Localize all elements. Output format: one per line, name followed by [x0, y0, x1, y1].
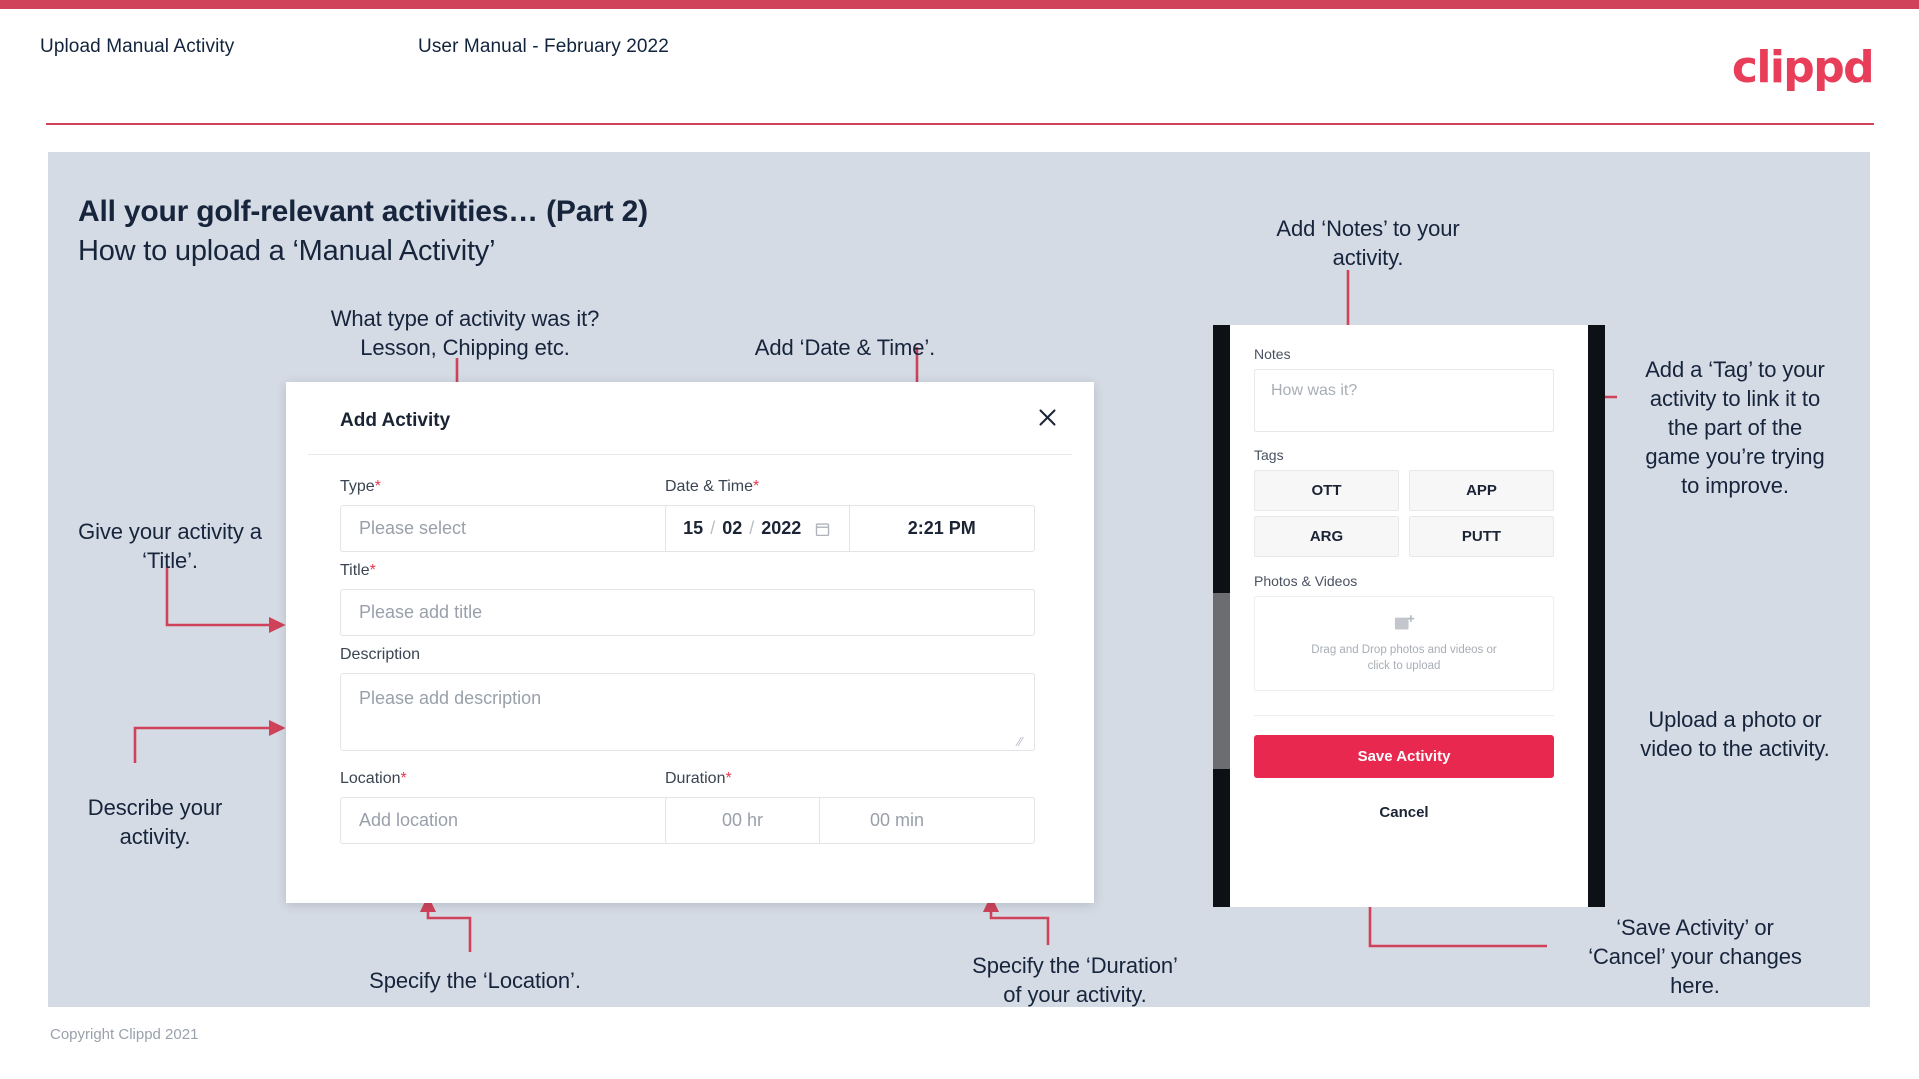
footer-copyright: Copyright Clippd 2021: [50, 1026, 199, 1043]
title-label-text: Title: [340, 562, 370, 579]
date-sep-2: /: [749, 518, 755, 538]
dialog-divider: [308, 454, 1072, 455]
photos-label: Photos & Videos: [1254, 573, 1358, 589]
datetime-required-mark: *: [753, 478, 760, 495]
tag-button-arg[interactable]: ARG: [1254, 516, 1399, 557]
header-center-title: User Manual - February 2022: [418, 36, 669, 57]
title-required-mark: *: [369, 562, 376, 579]
close-icon[interactable]: [1032, 402, 1062, 432]
phone-mockup: Notes How was it? Tags OTT APP ARG PUTT …: [1213, 325, 1605, 907]
datetime-label-text: Date & Time: [665, 478, 754, 495]
photo-drop-text: Drag and Drop photos and videos or click…: [1311, 642, 1496, 674]
date-month: 02: [722, 518, 743, 538]
annotation-description: Describe your activity.: [87, 795, 223, 849]
save-activity-button[interactable]: Save Activity: [1254, 735, 1554, 778]
annotation-location: Specify the ‘Location’.: [369, 968, 581, 993]
datetime-label: Date & Time*: [665, 478, 759, 496]
add-activity-dialog: Add Activity Type* Please select Date & …: [286, 382, 1094, 903]
description-label: Description: [340, 646, 420, 664]
cancel-button[interactable]: Cancel: [1254, 792, 1554, 832]
annotation-save-cancel: ‘Save Activity’ or ‘Cancel’ your changes h…: [1588, 915, 1802, 998]
phone-volume-button: [1213, 593, 1230, 769]
top-accent-bar: [0, 0, 1919, 9]
tag-button-app[interactable]: APP: [1409, 470, 1554, 511]
tags-label: Tags: [1254, 447, 1284, 463]
description-textarea[interactable]: Please add description ⁄⁄: [340, 673, 1035, 751]
photo-drop-line1: Drag and Drop photos and videos or: [1311, 643, 1497, 656]
slide-root: Upload Manual Activity User Manual - Feb…: [0, 0, 1919, 1079]
tag-button-putt[interactable]: PUTT: [1409, 516, 1554, 557]
phone-divider: [1254, 715, 1554, 716]
dialog-title: Add Activity: [340, 410, 451, 431]
datetime-field[interactable]: 15 / 02 / 2022 2:21 PM: [665, 505, 1035, 552]
duration-minutes-input[interactable]: 00 min: [820, 798, 974, 843]
annotation-type: What type of activity was it? Lesson, Chi…: [330, 306, 600, 360]
title-input[interactable]: Please add title: [340, 589, 1035, 636]
resize-grip-icon[interactable]: ⁄⁄: [1018, 735, 1030, 748]
location-label-text: Location: [340, 770, 401, 787]
notes-placeholder: How was it?: [1271, 382, 1358, 399]
notes-label: Notes: [1254, 346, 1291, 362]
type-select[interactable]: Please select: [340, 505, 713, 552]
description-label-text: Description: [340, 646, 421, 663]
date-year: 2022: [761, 518, 802, 538]
clippd-logo: clippd: [1731, 42, 1875, 93]
add-image-icon: [1394, 614, 1415, 629]
annotation-tags: Add a ‘Tag’ to your activity to link it t…: [1645, 357, 1825, 498]
type-label: Type*: [340, 478, 381, 496]
location-input[interactable]: Add location: [340, 797, 713, 844]
type-required-mark: *: [374, 478, 381, 495]
phone-bezel-right: [1588, 325, 1605, 907]
location-label: Location*: [340, 770, 407, 788]
slide-title: All your golf-relevant activities… (Part…: [78, 195, 648, 228]
type-select-placeholder: Please select: [359, 518, 467, 538]
photo-drop-zone[interactable]: Drag and Drop photos and videos or click…: [1254, 596, 1554, 691]
notes-input[interactable]: How was it?: [1254, 369, 1554, 432]
annotation-datetime: Add ‘Date & Time’.: [754, 335, 936, 360]
date-input[interactable]: 15 / 02 / 2022: [666, 506, 850, 551]
header-left-title: Upload Manual Activity: [40, 36, 235, 57]
duration-label: Duration*: [665, 770, 732, 788]
annotation-notes: Add ‘Notes’ to your activity.: [1276, 216, 1460, 270]
slide-subtitle: How to upload a ‘Manual Activity’: [78, 235, 496, 267]
duration-label-text: Duration: [665, 770, 726, 787]
annotation-title: Give your activity a ‘Title’.: [78, 519, 262, 573]
annotation-duration: Specify the ‘Duration’ of your activity.: [972, 953, 1178, 1007]
duration-field: 00 hr 00 min: [665, 797, 1035, 844]
photo-drop-line2: click to upload: [1367, 659, 1441, 672]
duration-required-mark: *: [725, 770, 732, 787]
date-sep-1: /: [710, 518, 716, 538]
time-input[interactable]: 2:21 PM: [850, 506, 1035, 551]
description-placeholder: Please add description: [359, 688, 542, 708]
calendar-icon[interactable]: [814, 520, 831, 538]
type-label-text: Type: [340, 478, 375, 495]
header-divider: [46, 123, 1874, 125]
annotation-photos: Upload a photo or video to the activity.: [1640, 707, 1830, 761]
title-label: Title*: [340, 562, 376, 580]
location-required-mark: *: [400, 770, 407, 787]
duration-hours-input[interactable]: 00 hr: [666, 798, 820, 843]
tag-button-ott[interactable]: OTT: [1254, 470, 1399, 511]
phone-screen: Notes How was it? Tags OTT APP ARG PUTT …: [1230, 325, 1588, 907]
date-day: 15: [683, 518, 704, 538]
